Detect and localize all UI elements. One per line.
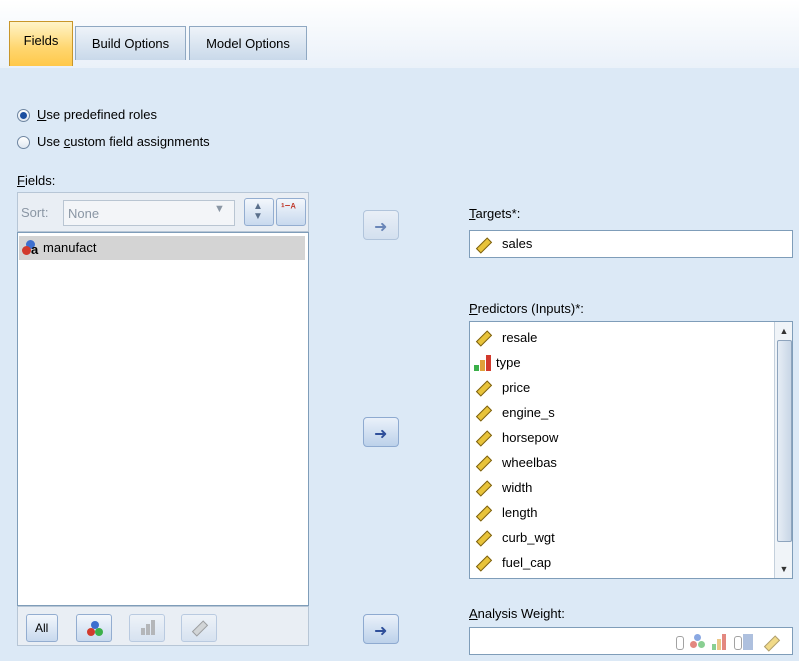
predefined-roles-label[interactable]: Use predefined roles	[37, 107, 157, 122]
tab-build-options[interactable]: Build Options	[75, 26, 186, 60]
targets-field[interactable]: sales	[469, 230, 793, 258]
sort-bar: Sort: None ▼ ▲ ▼ ¹⁻ᴬ	[17, 192, 309, 232]
radio-predefined-roles[interactable]	[17, 109, 30, 122]
fields-list[interactable]: a manufact	[17, 232, 309, 606]
nominal-icon	[690, 634, 706, 650]
custom-assignments-label[interactable]: Use custom field assignments	[37, 134, 210, 149]
continuous-ruler-icon	[475, 237, 493, 254]
nominal-filter-button[interactable]	[76, 614, 112, 642]
predictors-list[interactable]: resale type price engine_s horsepow whee…	[469, 321, 793, 579]
fields-label: Fields:	[17, 173, 56, 188]
ordinal-bar-icon	[141, 628, 145, 635]
continuous-ruler-icon	[475, 530, 493, 547]
continuous-ruler-icon	[475, 380, 493, 397]
predictors-scrollbar[interactable]: ▲ ▼	[774, 322, 792, 578]
continuous-ruler-icon	[191, 620, 209, 637]
typeless-icon	[734, 634, 758, 650]
flag-icon	[676, 636, 684, 650]
arrow-right-icon: ➜	[374, 623, 388, 640]
scrollbar-thumb[interactable]	[777, 340, 792, 542]
nominal-icon	[87, 621, 103, 637]
predictors-items: resale type price engine_s horsepow whee…	[470, 322, 770, 578]
field-name: manufact	[43, 240, 97, 255]
continuous-ruler-icon	[475, 480, 493, 497]
sort-order-button[interactable]: ▲ ▼	[244, 198, 274, 226]
continuous-ruler-icon	[475, 455, 493, 472]
filter-toolbar: All	[17, 606, 309, 646]
ordinal-filter-button[interactable]	[129, 614, 165, 642]
targets-label: Targets*:	[469, 206, 521, 221]
move-to-targets-button[interactable]: ➜	[363, 210, 399, 240]
radio-custom-assignments[interactable]	[17, 136, 30, 149]
sort-combobox[interactable]: None ▼	[63, 200, 235, 226]
arrow-right-icon: ➜	[374, 219, 388, 236]
move-to-predictors-button[interactable]: ➜	[363, 417, 399, 447]
predictors-label: Predictors (Inputs)*:	[469, 301, 584, 316]
up-down-arrows-icon: ▲ ▼	[253, 201, 263, 222]
sort-value: None	[68, 206, 100, 221]
allowed-measurement-types-icons	[676, 634, 786, 652]
sort-alpha-icon: ¹⁻ᴬ	[281, 202, 296, 214]
scroll-up-arrow-icon[interactable]: ▲	[777, 324, 791, 338]
analysis-weight-field[interactable]	[469, 627, 793, 655]
continuous-ruler-icon	[475, 405, 493, 422]
tab-fields[interactable]: Fields	[9, 21, 73, 66]
continuous-ruler-icon	[475, 330, 493, 347]
tab-model-options[interactable]: Model Options	[189, 26, 307, 60]
arrow-right-icon: ➜	[374, 426, 388, 443]
continuous-filter-button[interactable]	[181, 614, 217, 642]
all-label: All	[35, 621, 49, 635]
scroll-down-arrow-icon[interactable]: ▼	[777, 562, 791, 576]
tab-strip: Fields Build Options Model Options	[0, 0, 799, 69]
continuous-ruler-icon	[475, 555, 493, 572]
continuous-ruler-icon	[763, 635, 781, 652]
continuous-ruler-icon	[475, 430, 493, 447]
chevron-down-icon: ▼	[214, 203, 225, 215]
sort-label: Sort:	[21, 205, 49, 220]
nominal-string-icon: a	[22, 240, 40, 257]
target-value: sales	[502, 236, 533, 251]
all-button[interactable]: All	[26, 614, 58, 642]
list-item[interactable]: a manufact	[19, 236, 305, 260]
ordinal-bar-icon	[474, 355, 494, 371]
analysis-weight-label: Analysis Weight:	[469, 606, 565, 621]
continuous-ruler-icon	[475, 505, 493, 522]
ordinal-bar-icon	[712, 634, 730, 650]
sort-alpha-button[interactable]: ¹⁻ᴬ	[276, 198, 306, 226]
move-to-weight-button[interactable]: ➜	[363, 614, 399, 644]
